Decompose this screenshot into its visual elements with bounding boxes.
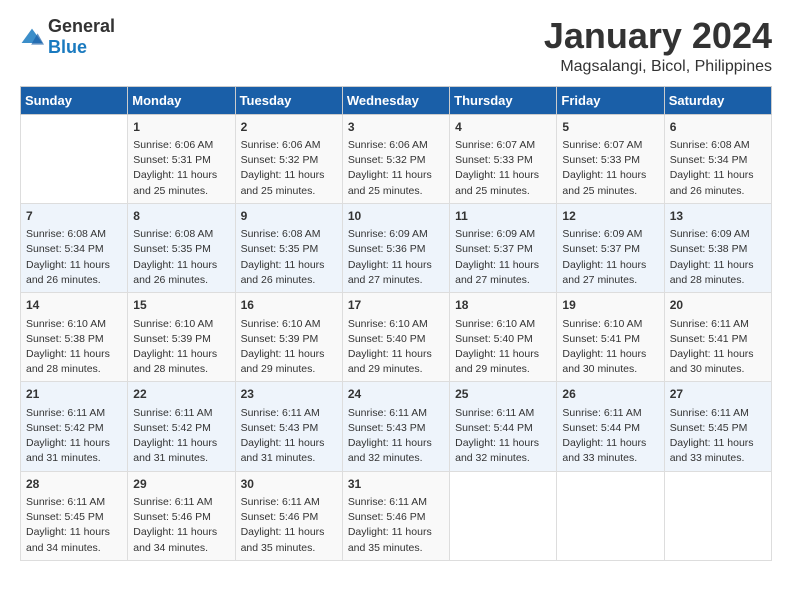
- logo-general: General: [48, 16, 115, 36]
- calendar-cell: [450, 471, 557, 560]
- logo-blue: Blue: [48, 37, 87, 57]
- col-sunday: Sunday: [21, 86, 128, 114]
- day-number: 1: [133, 119, 230, 136]
- calendar-cell: 23Sunrise: 6:11 AMSunset: 5:43 PMDayligh…: [235, 382, 342, 471]
- day-number: 24: [348, 386, 445, 403]
- location-title: Magsalangi, Bicol, Philippines: [544, 58, 772, 76]
- calendar-cell: 25Sunrise: 6:11 AMSunset: 5:44 PMDayligh…: [450, 382, 557, 471]
- calendar-cell: 18Sunrise: 6:10 AMSunset: 5:40 PMDayligh…: [450, 293, 557, 382]
- calendar-cell: 11Sunrise: 6:09 AMSunset: 5:37 PMDayligh…: [450, 203, 557, 292]
- calendar-cell: 13Sunrise: 6:09 AMSunset: 5:38 PMDayligh…: [664, 203, 771, 292]
- day-number: 29: [133, 476, 230, 493]
- header-row: General Blue January 2024 Magsalangi, Bi…: [20, 16, 772, 76]
- calendar-week-4: 21Sunrise: 6:11 AMSunset: 5:42 PMDayligh…: [21, 382, 772, 471]
- day-number: 23: [241, 386, 338, 403]
- calendar-week-2: 7Sunrise: 6:08 AMSunset: 5:34 PMDaylight…: [21, 203, 772, 292]
- day-number: 28: [26, 476, 123, 493]
- calendar-cell: 22Sunrise: 6:11 AMSunset: 5:42 PMDayligh…: [128, 382, 235, 471]
- calendar-cell: 20Sunrise: 6:11 AMSunset: 5:41 PMDayligh…: [664, 293, 771, 382]
- calendar-cell: 1Sunrise: 6:06 AMSunset: 5:31 PMDaylight…: [128, 114, 235, 203]
- title-block: January 2024 Magsalangi, Bicol, Philippi…: [544, 16, 772, 76]
- calendar-cell: 30Sunrise: 6:11 AMSunset: 5:46 PMDayligh…: [235, 471, 342, 560]
- calendar-cell: 5Sunrise: 6:07 AMSunset: 5:33 PMDaylight…: [557, 114, 664, 203]
- day-number: 8: [133, 208, 230, 225]
- day-number: 9: [241, 208, 338, 225]
- day-number: 6: [670, 119, 767, 136]
- calendar-cell: 19Sunrise: 6:10 AMSunset: 5:41 PMDayligh…: [557, 293, 664, 382]
- logo: General Blue: [20, 16, 115, 58]
- day-number: 4: [455, 119, 552, 136]
- day-number: 10: [348, 208, 445, 225]
- col-monday: Monday: [128, 86, 235, 114]
- calendar-cell: [664, 471, 771, 560]
- day-number: 3: [348, 119, 445, 136]
- day-number: 18: [455, 297, 552, 314]
- day-number: 11: [455, 208, 552, 225]
- calendar-cell: 27Sunrise: 6:11 AMSunset: 5:45 PMDayligh…: [664, 382, 771, 471]
- day-number: 26: [562, 386, 659, 403]
- col-saturday: Saturday: [664, 86, 771, 114]
- col-thursday: Thursday: [450, 86, 557, 114]
- calendar-week-3: 14Sunrise: 6:10 AMSunset: 5:38 PMDayligh…: [21, 293, 772, 382]
- calendar-cell: 26Sunrise: 6:11 AMSunset: 5:44 PMDayligh…: [557, 382, 664, 471]
- col-friday: Friday: [557, 86, 664, 114]
- calendar-cell: 29Sunrise: 6:11 AMSunset: 5:46 PMDayligh…: [128, 471, 235, 560]
- calendar-cell: 31Sunrise: 6:11 AMSunset: 5:46 PMDayligh…: [342, 471, 449, 560]
- calendar-cell: 7Sunrise: 6:08 AMSunset: 5:34 PMDaylight…: [21, 203, 128, 292]
- calendar-table: Sunday Monday Tuesday Wednesday Thursday…: [20, 86, 772, 561]
- calendar-cell: 10Sunrise: 6:09 AMSunset: 5:36 PMDayligh…: [342, 203, 449, 292]
- day-number: 17: [348, 297, 445, 314]
- calendar-cell: 28Sunrise: 6:11 AMSunset: 5:45 PMDayligh…: [21, 471, 128, 560]
- col-tuesday: Tuesday: [235, 86, 342, 114]
- calendar-cell: 15Sunrise: 6:10 AMSunset: 5:39 PMDayligh…: [128, 293, 235, 382]
- day-number: 20: [670, 297, 767, 314]
- calendar-week-5: 28Sunrise: 6:11 AMSunset: 5:45 PMDayligh…: [21, 471, 772, 560]
- day-number: 2: [241, 119, 338, 136]
- calendar-cell: 4Sunrise: 6:07 AMSunset: 5:33 PMDaylight…: [450, 114, 557, 203]
- col-wednesday: Wednesday: [342, 86, 449, 114]
- day-number: 16: [241, 297, 338, 314]
- day-number: 7: [26, 208, 123, 225]
- calendar-week-1: 1Sunrise: 6:06 AMSunset: 5:31 PMDaylight…: [21, 114, 772, 203]
- calendar-cell: 2Sunrise: 6:06 AMSunset: 5:32 PMDaylight…: [235, 114, 342, 203]
- day-number: 31: [348, 476, 445, 493]
- month-title: January 2024: [544, 16, 772, 56]
- day-number: 14: [26, 297, 123, 314]
- calendar-cell: 12Sunrise: 6:09 AMSunset: 5:37 PMDayligh…: [557, 203, 664, 292]
- day-number: 21: [26, 386, 123, 403]
- calendar-cell: [21, 114, 128, 203]
- calendar-cell: 9Sunrise: 6:08 AMSunset: 5:35 PMDaylight…: [235, 203, 342, 292]
- day-number: 5: [562, 119, 659, 136]
- calendar-cell: 16Sunrise: 6:10 AMSunset: 5:39 PMDayligh…: [235, 293, 342, 382]
- calendar-cell: 3Sunrise: 6:06 AMSunset: 5:32 PMDaylight…: [342, 114, 449, 203]
- day-number: 22: [133, 386, 230, 403]
- day-number: 27: [670, 386, 767, 403]
- calendar-cell: [557, 471, 664, 560]
- header-row-days: Sunday Monday Tuesday Wednesday Thursday…: [21, 86, 772, 114]
- main-container: General Blue January 2024 Magsalangi, Bi…: [0, 0, 792, 571]
- calendar-cell: 8Sunrise: 6:08 AMSunset: 5:35 PMDaylight…: [128, 203, 235, 292]
- logo-text: General Blue: [48, 16, 115, 58]
- day-number: 12: [562, 208, 659, 225]
- calendar-cell: 24Sunrise: 6:11 AMSunset: 5:43 PMDayligh…: [342, 382, 449, 471]
- calendar-cell: 21Sunrise: 6:11 AMSunset: 5:42 PMDayligh…: [21, 382, 128, 471]
- day-number: 13: [670, 208, 767, 225]
- day-number: 15: [133, 297, 230, 314]
- calendar-cell: 17Sunrise: 6:10 AMSunset: 5:40 PMDayligh…: [342, 293, 449, 382]
- day-number: 30: [241, 476, 338, 493]
- calendar-cell: 14Sunrise: 6:10 AMSunset: 5:38 PMDayligh…: [21, 293, 128, 382]
- day-number: 19: [562, 297, 659, 314]
- calendar-cell: 6Sunrise: 6:08 AMSunset: 5:34 PMDaylight…: [664, 114, 771, 203]
- day-number: 25: [455, 386, 552, 403]
